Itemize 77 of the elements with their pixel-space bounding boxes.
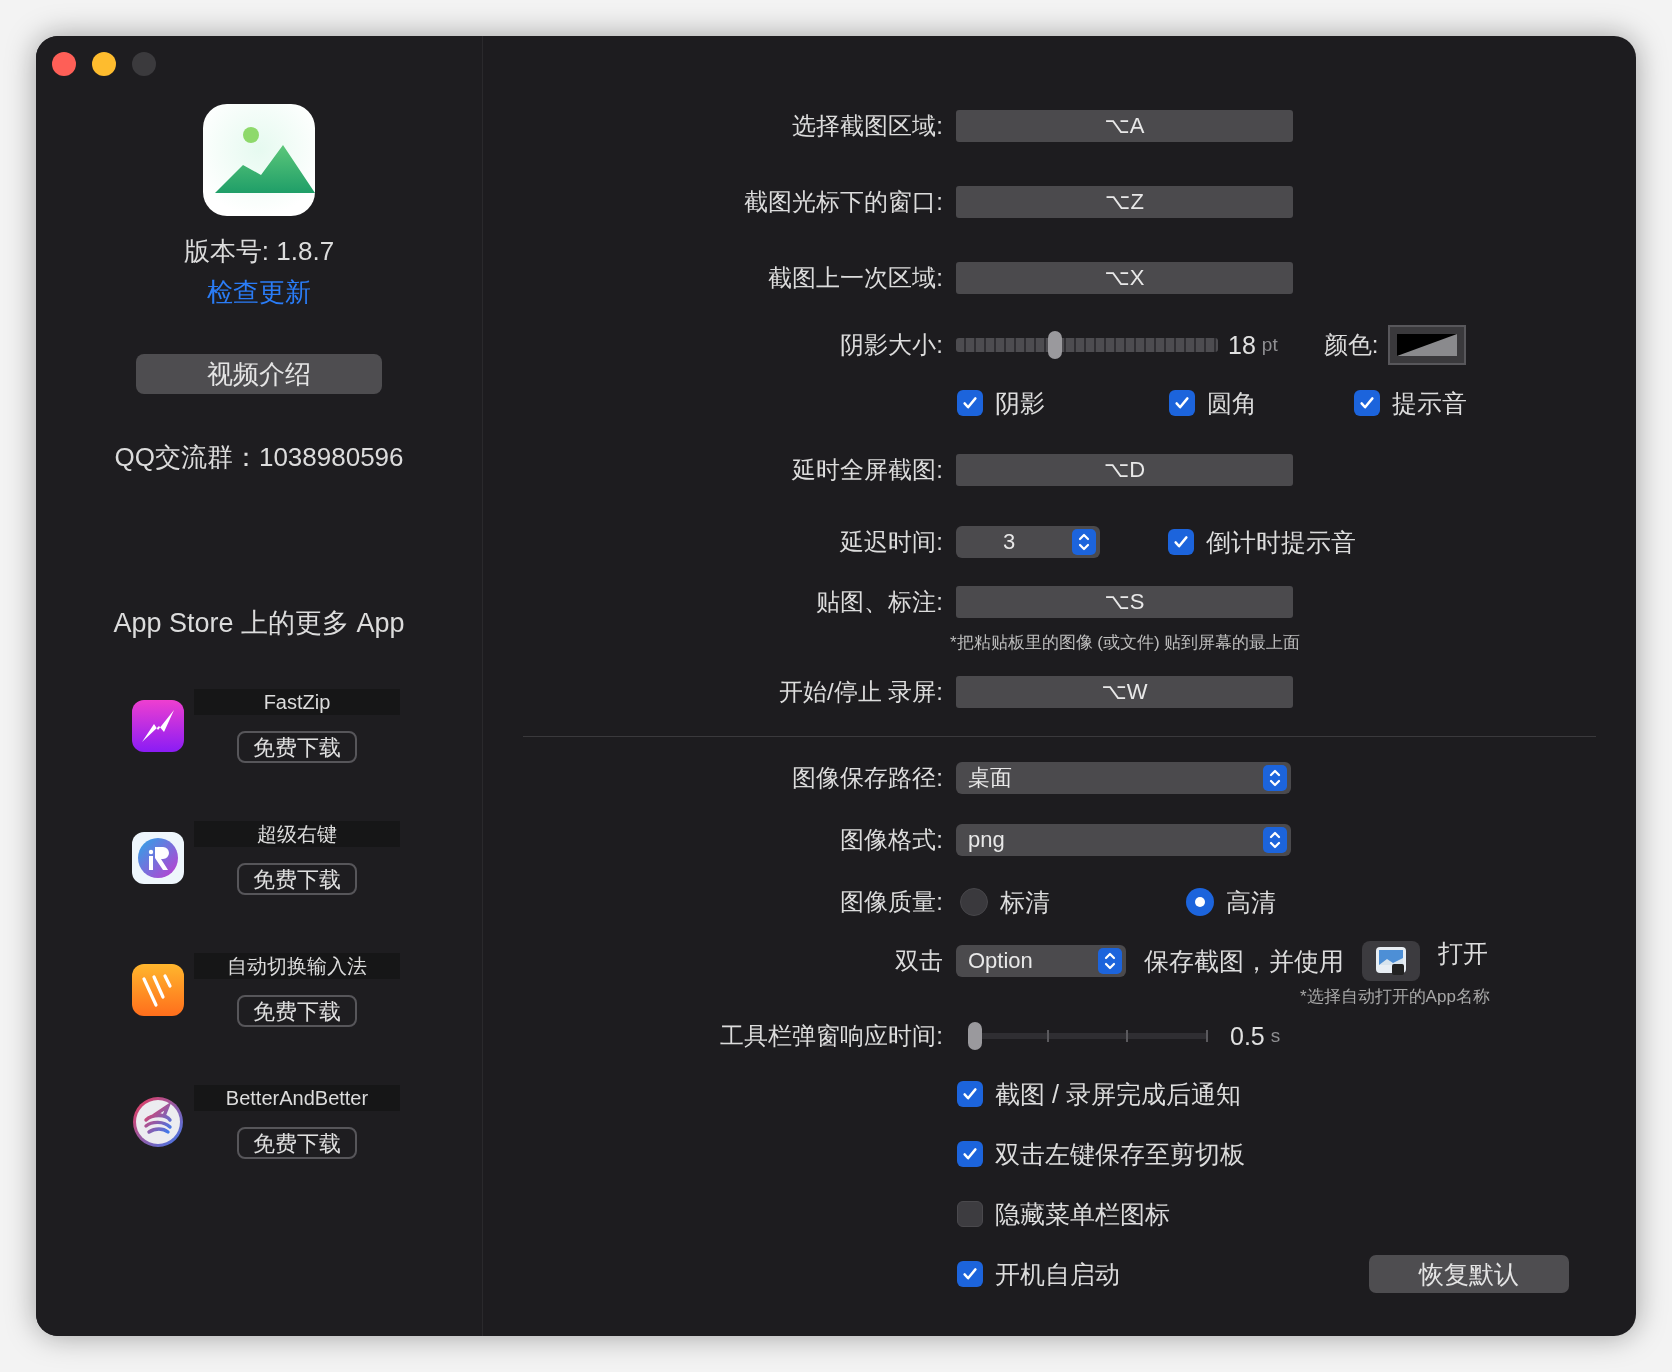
shortcut-field[interactable]: ⌥A	[956, 110, 1293, 142]
checkbox-label: 阴影	[995, 387, 1045, 419]
field-label: 截图上一次区域:	[768, 264, 943, 291]
field-label: 延迟时间:	[840, 528, 943, 555]
field-label: 截图光标下的窗口:	[744, 188, 943, 215]
dropdown[interactable]: Option	[956, 945, 1126, 977]
checkbox[interactable]	[957, 1261, 983, 1287]
checkbox-label: 倒计时提示音	[1206, 526, 1356, 558]
checkbox[interactable]	[1354, 390, 1380, 416]
dropdown[interactable]: png	[956, 824, 1291, 856]
download-button[interactable]: 免费下载	[237, 1127, 357, 1159]
stepper-field[interactable]: 3	[956, 526, 1100, 558]
hint-text: *选择自动打开的App名称	[1299, 986, 1490, 1008]
field-label: 工具栏弹窗响应时间:	[720, 1022, 943, 1049]
preview-app-icon	[1374, 944, 1408, 978]
checkbox-label: 圆角	[1207, 387, 1257, 419]
slider-thumb[interactable]	[1047, 331, 1062, 359]
field-label: 图像格式:	[840, 826, 943, 853]
app-name: 超级右键	[194, 821, 400, 847]
letter-app-icon	[132, 832, 184, 884]
checkbox[interactable]	[957, 390, 983, 416]
section-title: App Store 上的更多 App	[113, 607, 405, 640]
field-label: 延时全屏截图:	[792, 456, 943, 483]
shortcut-field[interactable]: ⌥W	[956, 676, 1293, 708]
field-label: 开始/停止 录屏:	[779, 678, 943, 705]
app-name: 自动切换输入法	[194, 953, 400, 979]
restore-defaults-button[interactable]: 恢复默认	[1369, 1255, 1569, 1293]
checkbox[interactable]	[1169, 390, 1195, 416]
radio-label: 标清	[1000, 886, 1050, 918]
field-label: 图像保存路径:	[792, 764, 943, 791]
action-label: 打开	[1438, 937, 1488, 969]
checkbox-label: 提示音	[1392, 387, 1467, 419]
description-text: 保存截图，并使用	[1144, 945, 1344, 977]
field-label: 贴图、标注:	[816, 587, 943, 615]
value-label: 0.5	[1230, 1021, 1265, 1051]
version-label: 版本号: 1.8.7	[183, 235, 335, 268]
field-label: 选择截图区域:	[792, 112, 943, 139]
bolt-app-icon	[132, 700, 184, 752]
checkbox-label: 隐藏菜单栏图标	[995, 1198, 1170, 1230]
app-name: FastZip	[194, 689, 400, 715]
stroke-app-icon	[132, 964, 184, 1016]
app-logo-icon	[203, 104, 315, 216]
dropdown[interactable]: 桌面	[956, 762, 1291, 794]
download-button[interactable]: 免费下载	[237, 731, 357, 763]
radio-button[interactable]	[960, 888, 988, 916]
app-name: BetterAndBetter	[194, 1085, 400, 1111]
radio-label: 高清	[1226, 886, 1276, 918]
close-button[interactable]	[52, 52, 76, 76]
checkbox[interactable]	[957, 1081, 983, 1107]
check-update-link[interactable]: 检查更新	[207, 275, 311, 310]
hint-text: *把粘贴板里的图像 (或文件) 贴到屏幕的最上面	[950, 632, 1301, 654]
unit-label: pt	[1261, 334, 1278, 356]
field-label: 阴影大小:	[840, 331, 943, 358]
field-label: 双击	[895, 947, 943, 974]
field-label: 图像质量:	[840, 888, 943, 915]
app-picker-button[interactable]	[1362, 941, 1420, 981]
shortcut-field[interactable]: ⌥Z	[956, 186, 1293, 218]
minimize-button[interactable]	[92, 52, 116, 76]
download-button[interactable]: 免费下载	[237, 995, 357, 1027]
field-label: 颜色:	[1323, 330, 1379, 360]
radio-button[interactable]	[1186, 888, 1214, 916]
checkbox-label: 开机自启动	[995, 1258, 1120, 1290]
checkbox[interactable]	[957, 1201, 983, 1227]
checkbox[interactable]	[1168, 529, 1194, 555]
qq-group-label: QQ交流群：1038980596	[114, 441, 404, 474]
shortcut-field[interactable]: ⌥D	[956, 454, 1293, 486]
shortcut-field[interactable]: ⌥S	[956, 585, 1293, 618]
checkbox-label: 双击左键保存至剪切板	[995, 1138, 1245, 1170]
video-intro-button[interactable]: 视频介绍	[136, 354, 382, 394]
unit-label: s	[1270, 1025, 1281, 1047]
checkbox-label: 截图 / 录屏完成后通知	[995, 1078, 1241, 1110]
slider-thumb[interactable]	[968, 1022, 982, 1050]
swirl-app-icon	[132, 1096, 184, 1148]
shortcut-field[interactable]: ⌥X	[956, 262, 1293, 294]
checkbox[interactable]	[957, 1141, 983, 1167]
value-label: 18	[1228, 330, 1256, 360]
download-button[interactable]: 免费下载	[237, 863, 357, 895]
